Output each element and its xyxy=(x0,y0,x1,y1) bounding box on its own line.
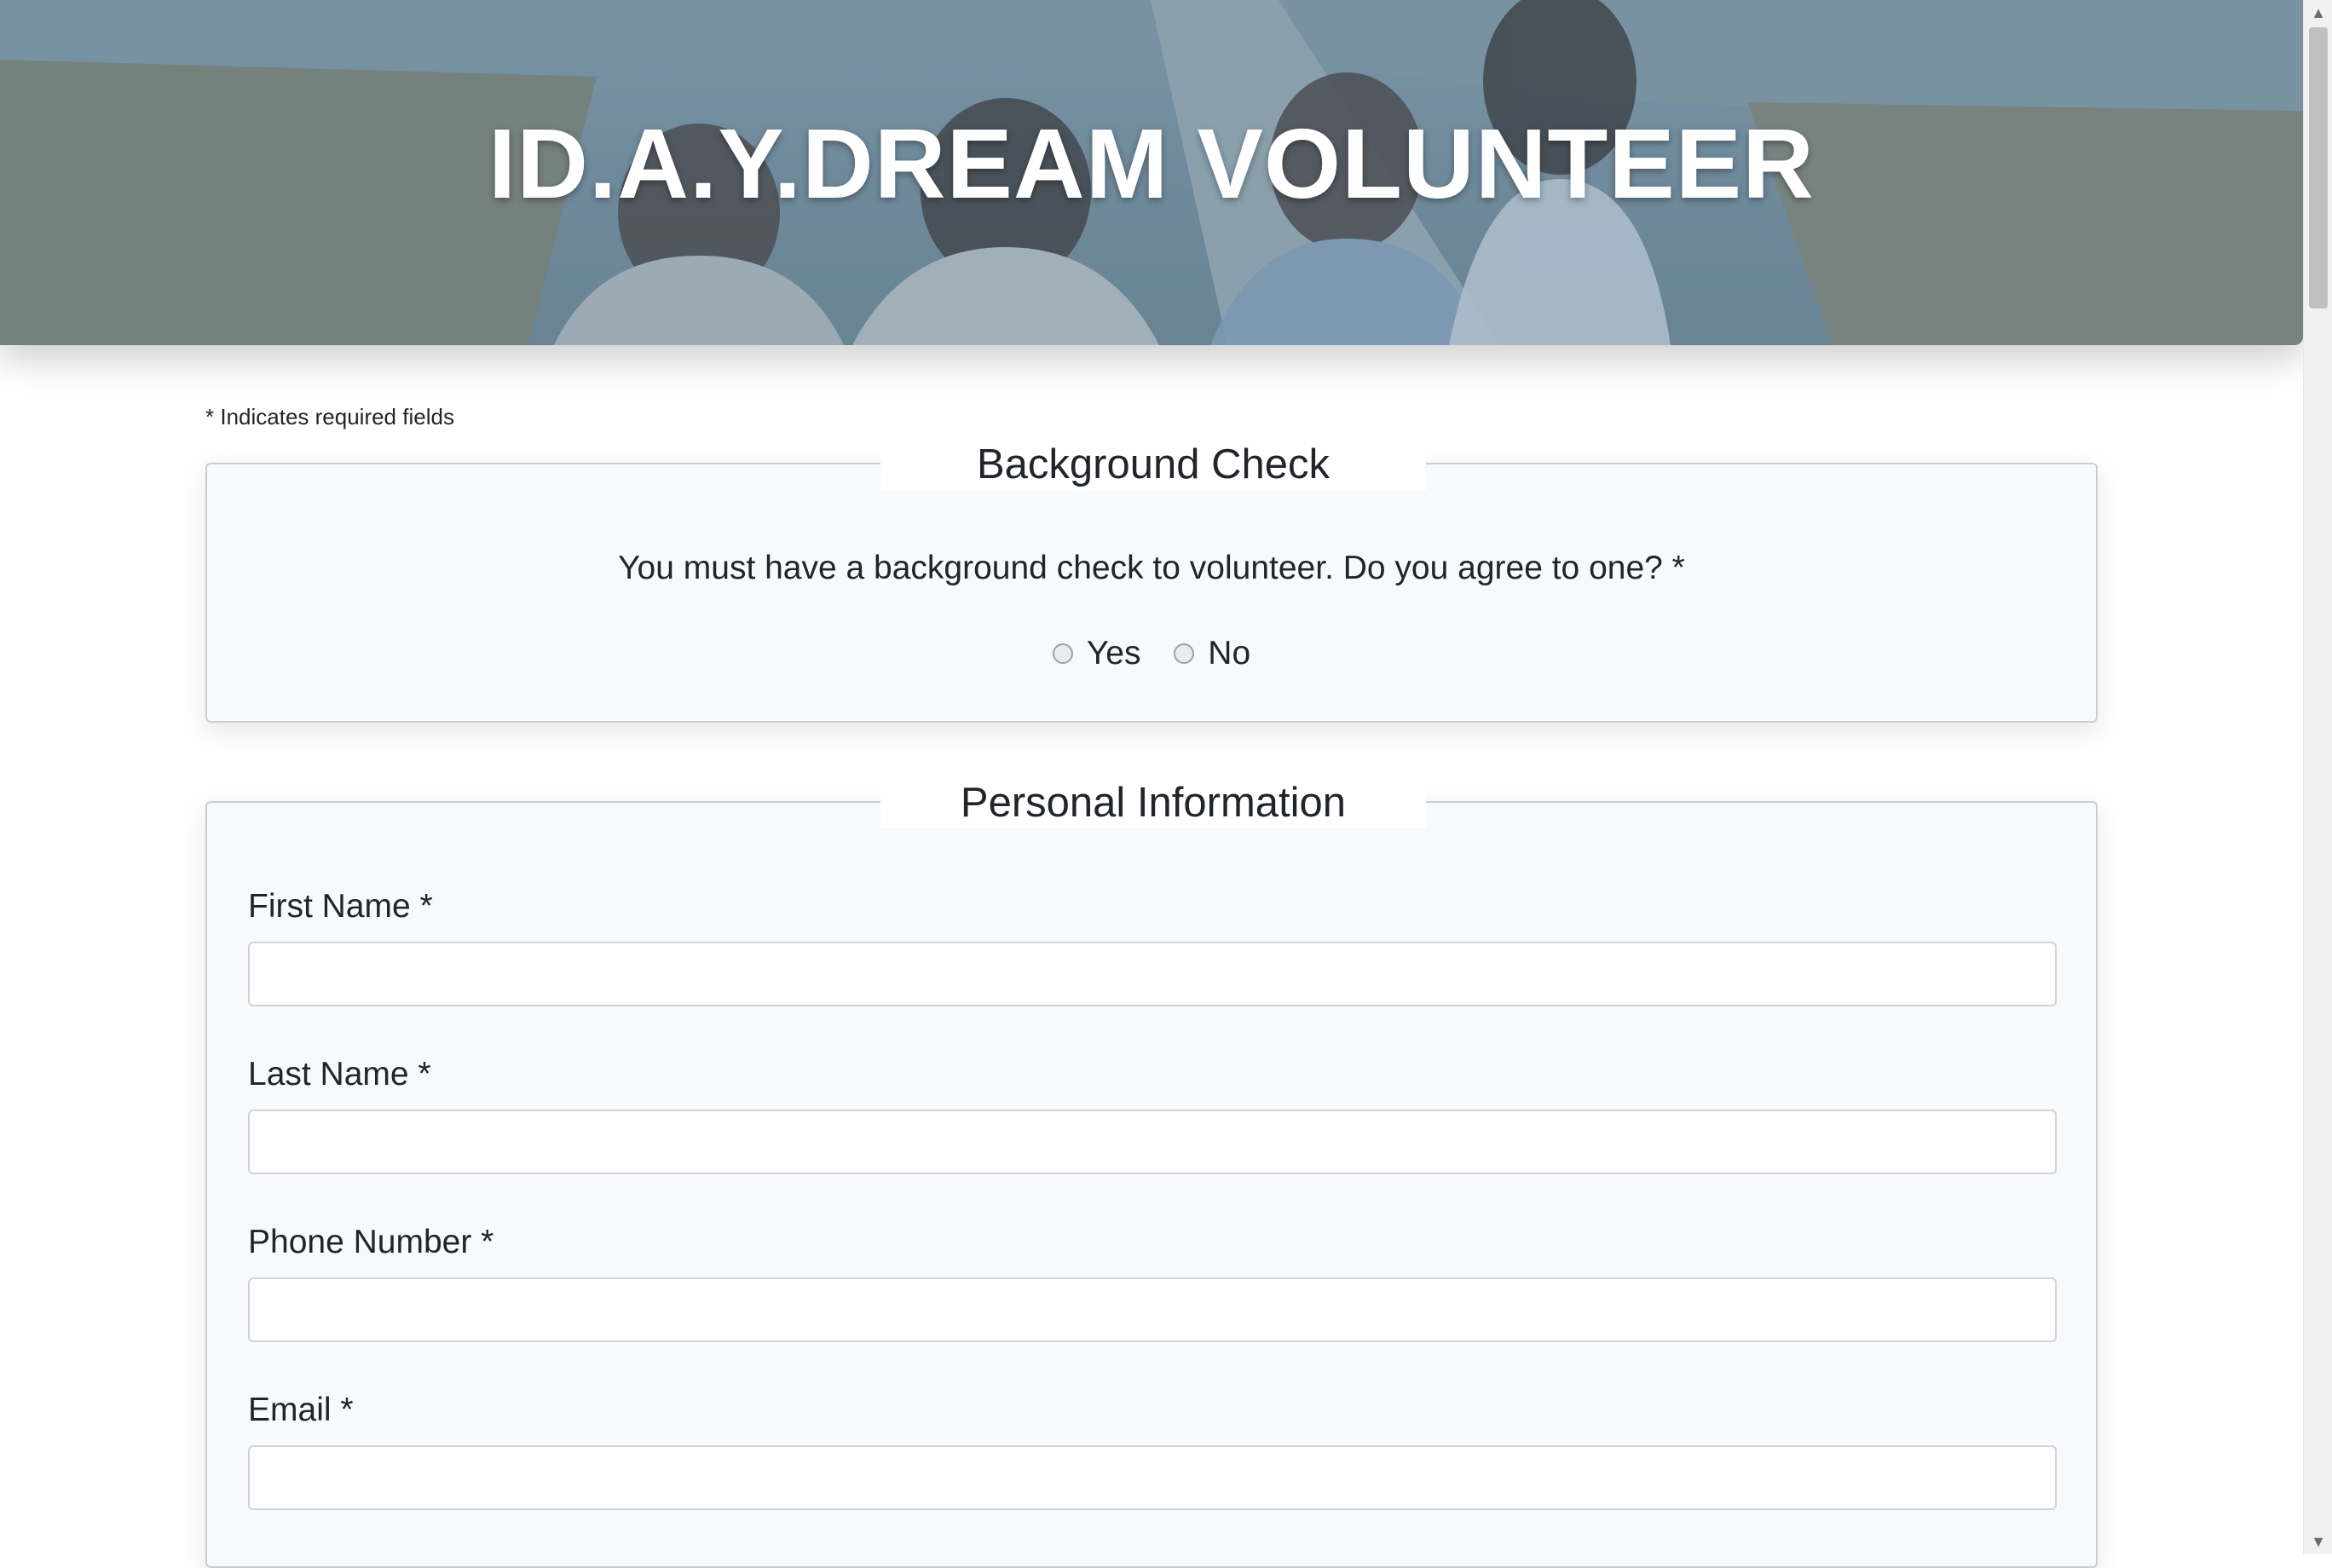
vertical-scrollbar[interactable]: ▲ ▼ xyxy=(2303,0,2332,1554)
triangle-down-icon[interactable]: ▼ xyxy=(2304,1529,2332,1554)
radio-yes-label: Yes xyxy=(1086,635,1141,672)
hero-banner: ID.A.Y.DREAM VOLUNTEER xyxy=(0,0,2303,345)
phone-number-input[interactable] xyxy=(248,1277,2057,1342)
phone-number-label: Phone Number * xyxy=(248,1224,494,1260)
personal-information-section: Personal Information First Name * Last N… xyxy=(205,777,2098,1568)
email-label: Email * xyxy=(248,1392,354,1428)
background-check-section: Background Check You must have a backgro… xyxy=(205,439,2098,723)
email-input[interactable] xyxy=(248,1445,2057,1510)
first-name-label: First Name * xyxy=(248,888,433,925)
radio-yes-circle[interactable] xyxy=(1052,643,1073,664)
required-fields-note: * Indicates required fields xyxy=(205,404,454,429)
personal-information-legend: Personal Information xyxy=(880,777,1426,828)
radio-yes[interactable]: Yes xyxy=(1052,635,1141,672)
first-name-input[interactable] xyxy=(248,942,2057,1006)
background-check-radio-group: Yes No xyxy=(207,635,2096,672)
last-name-label: Last Name * xyxy=(248,1056,431,1092)
page-title: ID.A.Y.DREAM VOLUNTEER xyxy=(488,108,1815,219)
background-check-question: You must have a background check to volu… xyxy=(618,550,1685,586)
radio-no-circle[interactable] xyxy=(1174,643,1195,664)
page: ID.A.Y.DREAM VOLUNTEER * Indicates requi… xyxy=(0,0,2303,1568)
scrollbar-thumb[interactable] xyxy=(2309,27,2328,308)
radio-no[interactable]: No xyxy=(1174,635,1250,672)
background-check-legend: Background Check xyxy=(880,439,1426,490)
radio-no-label: No xyxy=(1208,635,1251,672)
triangle-up-icon[interactable]: ▲ xyxy=(2304,0,2332,26)
last-name-input[interactable] xyxy=(248,1110,2057,1174)
